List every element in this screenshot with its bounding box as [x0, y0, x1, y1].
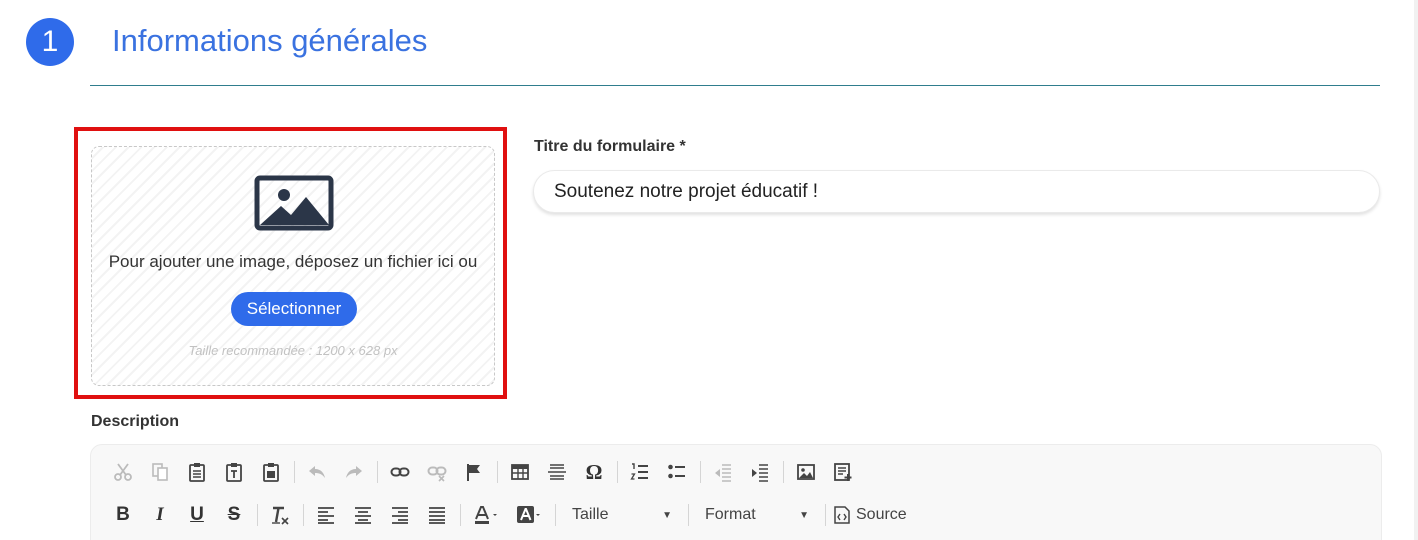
toolbar-separator: [303, 504, 304, 526]
recommended-size-hint: Taille recommandée : 1200 x 628 px: [188, 343, 398, 358]
toolbar-separator: [825, 504, 826, 526]
toolbar-separator: [377, 461, 378, 483]
editor-toolbar-row-2: B I U S Taille ▼ Format ▼ Source: [109, 500, 907, 530]
toolbar-separator: [783, 461, 784, 483]
horizontal-rule-icon[interactable]: [543, 458, 571, 486]
undo-icon[interactable]: [303, 458, 331, 486]
bullet-list-icon[interactable]: [663, 458, 691, 486]
image-icon: [254, 175, 334, 231]
indent-icon[interactable]: [746, 458, 774, 486]
paste-icon[interactable]: [183, 458, 211, 486]
form-title-input[interactable]: [533, 170, 1380, 213]
insert-image-icon[interactable]: [792, 458, 820, 486]
bold-button[interactable]: B: [109, 501, 137, 529]
chevron-down-icon: ▼: [662, 509, 672, 521]
align-center-icon[interactable]: [349, 501, 377, 529]
chevron-down-icon: ▼: [799, 509, 809, 521]
description-label: Description: [91, 413, 180, 430]
toolbar-separator: [460, 504, 461, 526]
cut-icon[interactable]: [109, 458, 137, 486]
image-dropzone[interactable]: Pour ajouter une image, déposez un fichi…: [91, 146, 495, 386]
align-left-icon[interactable]: [312, 501, 340, 529]
toolbar-separator: [555, 504, 556, 526]
dropzone-prompt: Pour ajouter une image, déposez un fichi…: [108, 252, 478, 271]
redo-icon[interactable]: [340, 458, 368, 486]
toolbar-separator: [497, 461, 498, 483]
toolbar-separator: [688, 504, 689, 526]
toolbar-separator: [294, 461, 295, 483]
toolbar-separator: [617, 461, 618, 483]
special-char-icon[interactable]: Ω: [580, 458, 608, 486]
insert-template-icon[interactable]: [829, 458, 857, 486]
italic-button[interactable]: I: [146, 501, 174, 529]
paste-text-icon[interactable]: [220, 458, 248, 486]
toolbar-separator: [257, 504, 258, 526]
paste-word-icon[interactable]: [257, 458, 285, 486]
outdent-icon[interactable]: [709, 458, 737, 486]
source-icon: [834, 506, 850, 524]
remove-format-icon[interactable]: [266, 501, 294, 529]
table-icon[interactable]: [506, 458, 534, 486]
underline-button[interactable]: U: [183, 501, 211, 529]
numbered-list-icon[interactable]: [626, 458, 654, 486]
unlink-icon[interactable]: [423, 458, 451, 486]
justify-icon[interactable]: [423, 501, 451, 529]
source-button[interactable]: Source: [834, 501, 907, 529]
background-color-icon[interactable]: [512, 501, 546, 529]
page-scrollbar[interactable]: [1414, 0, 1418, 540]
section-divider: [90, 85, 1380, 86]
description-editor[interactable]: Ω B I U S Taille ▼ Format ▼ Source: [90, 444, 1382, 540]
align-right-icon[interactable]: [386, 501, 414, 529]
strikethrough-button[interactable]: S: [220, 501, 248, 529]
toolbar-separator: [700, 461, 701, 483]
editor-toolbar-row-1: Ω: [109, 457, 866, 487]
select-image-button[interactable]: Sélectionner: [231, 292, 357, 326]
form-title-label: Titre du formulaire *: [534, 138, 686, 155]
step-number-badge: 1: [26, 18, 74, 66]
font-size-dropdown[interactable]: Taille ▼: [564, 501, 680, 529]
anchor-flag-icon[interactable]: [460, 458, 488, 486]
format-dropdown[interactable]: Format ▼: [697, 501, 817, 529]
copy-icon[interactable]: [146, 458, 174, 486]
link-icon[interactable]: [386, 458, 414, 486]
text-color-icon[interactable]: [469, 501, 503, 529]
section-title: Informations générales: [112, 23, 428, 58]
